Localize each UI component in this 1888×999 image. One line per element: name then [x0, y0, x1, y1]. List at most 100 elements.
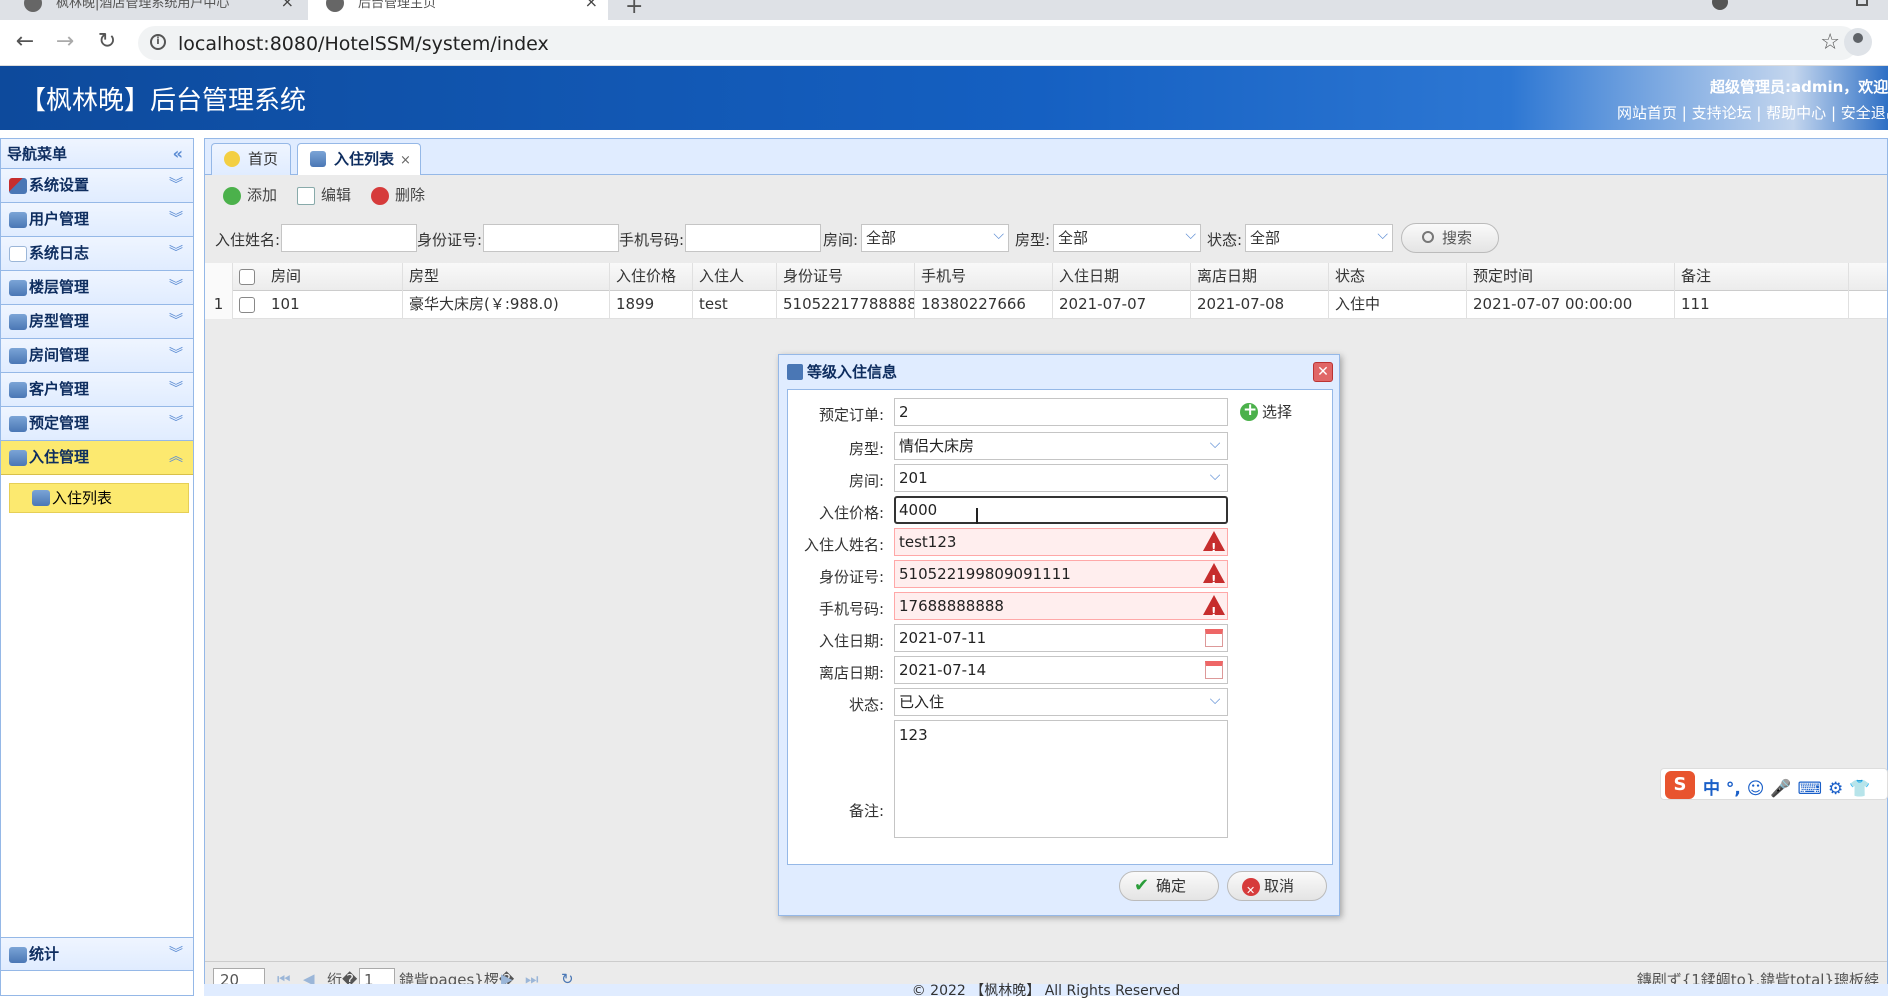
status-value: 已入住 — [899, 693, 945, 711]
chevron-up-icon: ︽ — [169, 449, 183, 465]
sidebar-item-users[interactable]: 用户管理 ︾ — [1, 203, 193, 237]
bookmark-star-icon[interactable]: ☆ — [1820, 30, 1840, 55]
add-button[interactable]: 添加 — [223, 185, 277, 205]
column-header[interactable]: 身份证号 — [777, 263, 915, 291]
dialog-form: 预定订单: 2 选择 房型: 情侣大床房 ⌵ 房间: 201 ⌵ 入住价格: 400… — [787, 389, 1333, 865]
search-name-input[interactable] — [281, 224, 417, 252]
phone-value: 17688888888 — [899, 597, 1004, 615]
guest-name-input[interactable]: test123 — [894, 528, 1228, 561]
column-header[interactable]: 离店日期 — [1191, 263, 1329, 291]
chevron-down-icon[interactable]: ⌵ — [1203, 689, 1227, 715]
log-icon — [9, 246, 27, 262]
remark-textarea[interactable]: 123 — [894, 720, 1228, 838]
sidebar-subitem-checkin-list[interactable]: 入住列表 — [9, 483, 189, 513]
browser-tab-admin[interactable]: 后台管理主页 × — [308, 0, 608, 20]
info-icon[interactable]: i — [150, 34, 166, 50]
room-type-select[interactable]: 情侣大床房 ⌵ — [894, 432, 1228, 460]
table-cell: 111 — [1675, 291, 1849, 319]
column-header[interactable]: 手机号 — [915, 263, 1053, 291]
sidebar-item-customers[interactable]: 客户管理 ︾ — [1, 373, 193, 407]
column-header[interactable]: 入住人 — [693, 263, 777, 291]
delete-button[interactable]: 删除 — [371, 185, 425, 205]
browser-tab-label: 后台管理主页 — [358, 0, 437, 11]
search-type-select[interactable]: 全部 — [1053, 222, 1201, 252]
sidebar-item-room-types[interactable]: 房型管理 ︾ — [1, 305, 193, 339]
search-button[interactable]: 搜索 — [1401, 223, 1499, 253]
status-select[interactable]: 已入住 ⌵ — [894, 688, 1228, 716]
confirm-button[interactable]: ✔ 确定 — [1119, 871, 1219, 901]
column-header[interactable]: 入住价格 — [610, 263, 693, 291]
search-status-select[interactable]: 全部 — [1245, 222, 1393, 252]
chevron-down-icon[interactable]: ⌵ — [1203, 433, 1227, 459]
chevron-down-icon: ︾ — [169, 347, 183, 363]
browser-tabstrip: 枫林晚|酒店管理系统用户中心 × 后台管理主页 × + — [0, 0, 1888, 20]
field-label: 房间: — [848, 472, 884, 490]
close-icon[interactable]: × — [281, 0, 294, 10]
ime-glyphs[interactable]: 中 °, ☺ 🎤 ⌨ ⚙ 👕 — [1703, 774, 1870, 799]
dialog-close-button[interactable]: ✕ — [1313, 362, 1333, 382]
users-icon — [310, 151, 326, 167]
id-number-input[interactable]: 510522199809091111 — [894, 560, 1228, 593]
column-header[interactable]: 房间 — [265, 263, 403, 291]
column-header[interactable]: 入住日期 — [1053, 263, 1191, 291]
sidebar-item-floors[interactable]: 楼层管理 ︾ — [1, 271, 193, 305]
field-label: 入住价格: — [818, 504, 884, 522]
order-input[interactable]: 2 — [894, 398, 1228, 426]
phone-input[interactable]: 17688888888 — [894, 592, 1228, 625]
browser-tab-user-center[interactable]: 枫林晚|酒店管理系统用户中心 × — [6, 0, 304, 20]
close-icon[interactable]: × — [585, 0, 598, 10]
close-icon[interactable]: × — [400, 153, 411, 168]
edit-button[interactable]: 编辑 — [297, 185, 351, 205]
reload-icon[interactable]: ↻ — [94, 30, 120, 54]
row-checkbox[interactable] — [239, 297, 255, 313]
sidebar-item-checkin[interactable]: 入住管理 ︽ — [1, 441, 193, 475]
room-value: 201 — [899, 469, 928, 487]
lightbulb-icon — [224, 151, 240, 167]
sidebar-title-text: 导航菜单 — [7, 145, 68, 163]
chevron-down-icon[interactable]: ⌵ — [1203, 465, 1227, 491]
chevron-down-icon: ︾ — [169, 279, 183, 295]
forward-arrow-icon[interactable]: → — [52, 30, 78, 54]
address-bar[interactable]: i localhost:8080/HotelSSM/system/index ☆ — [138, 26, 1858, 60]
profile-icon[interactable] — [1844, 28, 1872, 56]
calendar-icon[interactable] — [1205, 629, 1223, 647]
table-cell: 18380227666 — [915, 291, 1053, 319]
checkout-date-input[interactable]: 2021-07-14 — [894, 656, 1228, 684]
tab-checkin-list[interactable]: 入住列表 × — [297, 143, 421, 176]
column-header[interactable]: 状态 — [1329, 263, 1467, 291]
search-id-input[interactable] — [483, 224, 619, 252]
column-header[interactable]: 备注 — [1675, 263, 1849, 291]
sidebar-item-reservations[interactable]: 预定管理 ︾ — [1, 407, 193, 441]
account-dot-icon[interactable] — [1712, 0, 1728, 10]
checkin-date-input[interactable]: 2021-07-11 — [894, 624, 1228, 652]
sogou-logo-icon[interactable]: S — [1665, 771, 1695, 799]
search-phone-input[interactable] — [685, 224, 821, 252]
table-row[interactable]: 1 101 豪华大床房(￥:988.0) 1899 test 510522177… — [205, 291, 1887, 319]
field-label: 状态: — [848, 696, 884, 714]
sidebar-item-system-settings[interactable]: 系统设置 ︾ — [1, 169, 193, 203]
table-cell: 51052217788888 — [777, 291, 915, 319]
collapse-icon[interactable]: « — [173, 139, 183, 169]
sidebar-item-label: 预定管理 — [29, 414, 90, 432]
header-links[interactable]: 网站首页 | 支持论坛 | 帮助中心 | 安全退出 — [1617, 102, 1888, 123]
search-room-select[interactable]: 全部 — [861, 222, 1009, 252]
field-label: 入住人姓名: — [803, 536, 884, 554]
new-tab-icon[interactable]: + — [625, 0, 643, 19]
restore-window-icon[interactable] — [1856, 0, 1868, 6]
sidebar-item-system-log[interactable]: 系统日志 ︾ — [1, 237, 193, 271]
select-all-checkbox[interactable] — [239, 269, 255, 285]
room-select[interactable]: 201 ⌵ — [894, 464, 1228, 492]
row-number: 1 — [205, 291, 233, 319]
cancel-button[interactable]: 取消 — [1227, 871, 1327, 905]
column-header[interactable]: 预定时间 — [1467, 263, 1675, 291]
back-arrow-icon[interactable]: ← — [12, 30, 38, 54]
sidebar-item-rooms[interactable]: 房间管理 ︾ — [1, 339, 193, 373]
ime-toolbar[interactable]: S 中 °, ☺ 🎤 ⌨ ⚙ 👕 — [1660, 768, 1888, 800]
price-input[interactable]: 4000 — [894, 496, 1228, 524]
calendar-icon[interactable] — [1205, 661, 1223, 679]
field-label: 手机号码: — [818, 600, 884, 618]
sidebar-item-statistics[interactable]: 统计 ︾ — [1, 937, 193, 971]
tab-home[interactable]: 首页 — [211, 143, 291, 175]
column-header[interactable]: 房型 — [403, 263, 610, 291]
select-order-button[interactable]: 选择 — [1240, 400, 1292, 422]
